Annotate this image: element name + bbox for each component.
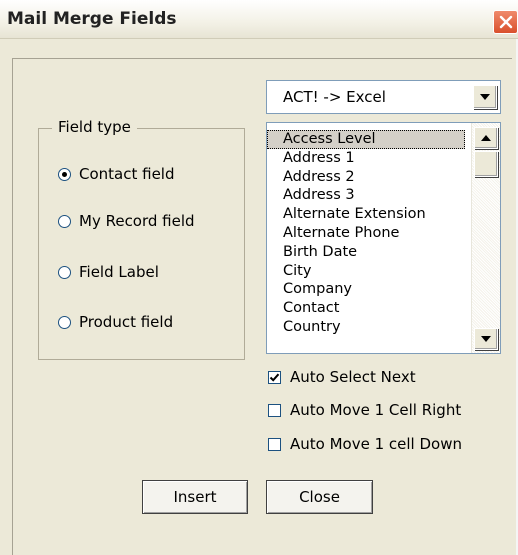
list-item[interactable]: Contact [267,299,467,318]
checkbox-label: Auto Move 1 cell Down [290,435,462,453]
close-window-button[interactable] [493,10,518,34]
fields-list-scrollbar[interactable] [471,123,500,353]
checkbox[interactable] [268,437,281,451]
radio-button[interactable] [58,315,71,329]
checkbox[interactable] [268,403,281,417]
fields-list: Access Level Address 1 Address 2 Address… [267,130,467,337]
scrollbar-thumb[interactable] [474,151,498,177]
radio-field-label[interactable]: Field Label [58,261,159,283]
chevron-down-icon [480,94,490,100]
radio-button[interactable] [58,167,71,181]
radio-contact-field[interactable]: Contact field [58,163,175,185]
radio-product-field[interactable]: Product field [58,311,173,333]
field-type-legend: Field type [52,118,137,136]
radio-my-record-field[interactable]: My Record field [58,210,195,232]
list-item[interactable]: Birth Date [267,243,467,262]
list-item[interactable]: Company [267,280,467,299]
mail-merge-dialog: Mail Merge Fields ACT! -> Excel Field ty… [0,0,518,555]
format-select-dropdown-button[interactable] [473,85,497,109]
close-icon [499,15,512,29]
scroll-up-button[interactable] [474,127,498,149]
title-bar[interactable]: Mail Merge Fields [0,0,518,39]
list-item[interactable]: Address 2 [267,168,467,187]
fields-listbox[interactable]: Access Level Address 1 Address 2 Address… [266,122,501,354]
list-item[interactable]: Address 1 [267,149,467,168]
checkbox-auto-select-next[interactable]: Auto Select Next [268,366,416,388]
chevron-up-icon [481,135,491,141]
format-select[interactable]: ACT! -> Excel [266,80,501,114]
list-item[interactable]: City [267,262,467,281]
list-item[interactable]: Alternate Extension [267,205,467,224]
radio-button[interactable] [58,214,71,228]
checkbox-auto-move-down[interactable]: Auto Move 1 cell Down [268,433,462,455]
radio-label: Product field [79,313,174,331]
insert-button[interactable]: Insert [142,480,248,514]
scroll-down-button[interactable] [474,328,498,350]
chevron-down-icon [481,336,491,342]
list-item[interactable]: Address 3 [267,186,467,205]
checkbox-auto-move-right[interactable]: Auto Move 1 Cell Right [268,399,461,421]
radio-label: Field Label [79,263,159,281]
list-item[interactable]: Access Level [267,130,465,149]
list-item[interactable]: Alternate Phone [267,224,467,243]
close-button[interactable]: Close [266,480,373,514]
checkmark-icon [269,373,280,382]
radio-label: My Record field [79,212,195,230]
format-select-value: ACT! -> Excel [283,88,386,106]
checkbox-label: Auto Select Next [290,368,416,386]
checkbox-label: Auto Move 1 Cell Right [290,401,462,419]
radio-button[interactable] [58,265,71,279]
list-item[interactable]: Country [267,318,467,337]
radio-label: Contact field [79,165,175,183]
window-title: Mail Merge Fields [7,9,177,29]
radio-selected-dot [62,171,67,177]
checkbox[interactable] [268,370,281,384]
